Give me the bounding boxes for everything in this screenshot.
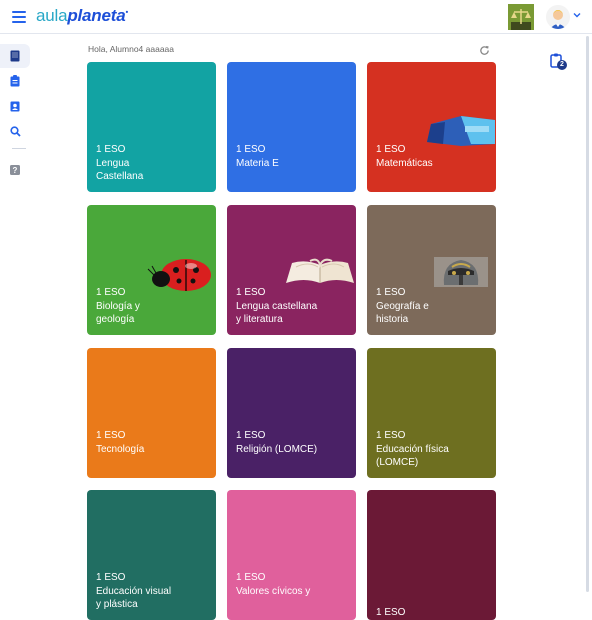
contact-card-icon — [10, 101, 20, 112]
subject-card[interactable]: 1 ESO Lengua castellana y literatura — [227, 205, 356, 335]
card-label: 1 ESO Valores cívicos y — [236, 571, 346, 598]
card-label: 1 ESO Educación física (LOMCE) — [376, 429, 486, 469]
card-level: 1 ESO — [376, 144, 406, 155]
card-subject-line: Educación física — [376, 444, 449, 455]
menu-icon[interactable] — [12, 11, 26, 23]
sidebar-item-search[interactable] — [0, 119, 30, 143]
greeting-text: Hola, Alumno4 aaaaaa — [88, 44, 175, 54]
card-level: 1 ESO — [376, 607, 406, 618]
subject-card[interactable]: 1 ESO Matemáticas — [367, 62, 496, 192]
school-logo-image[interactable] — [508, 4, 534, 30]
card-subject-line: (LOMCE) — [376, 457, 419, 468]
subject-card[interactable]: 1 ESO Geografía e historia — [367, 205, 496, 335]
subject-card[interactable]: 1 ESO Biología y geología — [87, 205, 216, 335]
pending-tasks-button[interactable]: 2 — [550, 53, 568, 71]
aulaplaneta-logo[interactable]: aulaplaneta• — [36, 6, 128, 26]
card-subject-line: y literatura — [236, 314, 283, 325]
subject-card[interactable]: 1 ESO Religión (LOMCE) — [227, 348, 356, 478]
card-level: 1 ESO — [376, 287, 406, 298]
card-subject-line: Lengua — [96, 158, 130, 169]
card-label: 1 ESO Lengua castellana y literatura — [236, 286, 346, 326]
card-label: 1 ESO Materia E — [236, 143, 346, 170]
sidebar-item-contacts[interactable] — [0, 94, 30, 118]
card-subject-line: y plástica — [96, 599, 138, 610]
sidebar-divider — [12, 148, 26, 149]
card-level: 1 ESO — [96, 287, 126, 298]
card-subject-line: Biología y — [96, 301, 140, 312]
scrollbar[interactable] — [586, 36, 589, 592]
card-level: 1 ESO — [96, 430, 126, 441]
subject-card[interactable]: 1 ESO — [367, 490, 496, 620]
card-level: 1 ESO — [96, 144, 126, 155]
card-subject-line: Lengua castellana — [236, 301, 318, 312]
sidebar-item-books[interactable] — [0, 44, 30, 68]
sidebar-item-help[interactable]: ? — [0, 158, 30, 182]
card-level: 1 ESO — [96, 572, 126, 583]
card-subject-line: geología — [96, 314, 135, 325]
card-subject-line: historia — [376, 314, 409, 325]
card-level: 1 ESO — [236, 287, 266, 298]
card-subject-line: Materia E — [236, 158, 279, 169]
card-level: 1 ESO — [236, 572, 266, 583]
logo-light-text: aula — [36, 6, 68, 25]
card-level: 1 ESO — [376, 430, 406, 441]
subject-card[interactable]: 1 ESO Materia E — [227, 62, 356, 192]
card-label: 1 ESO Religión (LOMCE) — [236, 429, 346, 456]
card-label: 1 ESO Educación visual y plástica — [96, 571, 206, 611]
chevron-down-icon[interactable] — [573, 11, 581, 19]
card-label: 1 ESO — [376, 606, 405, 620]
sidebar: ? — [0, 34, 32, 592]
user-avatar[interactable] — [546, 5, 570, 29]
card-subject-line: Religión (LOMCE) — [236, 444, 318, 455]
card-subject-line: Castellana — [96, 171, 144, 182]
top-bar: aulaplaneta• — [0, 0, 592, 34]
card-label: 1 ESO Geografía e historia — [376, 286, 486, 326]
subject-card[interactable]: 1 ESO Valores cívicos y — [227, 490, 356, 620]
card-label: 1 ESO Lengua Castellana — [96, 143, 206, 183]
card-subject-line: Geografía e — [376, 301, 429, 312]
help-icon: ? — [10, 165, 20, 175]
card-level: 1 ESO — [236, 430, 266, 441]
logo-bold-text: planeta — [67, 6, 126, 25]
svg-text:?: ? — [13, 166, 18, 175]
subject-card[interactable]: 1 ESO Lengua Castellana — [87, 62, 216, 192]
card-level: 1 ESO — [236, 144, 266, 155]
search-icon — [9, 125, 21, 137]
card-label: 1 ESO Matemáticas — [376, 143, 486, 170]
card-subject-line: Tecnología — [96, 444, 145, 455]
card-subject-line: Matemáticas — [376, 158, 433, 169]
card-label: 1 ESO Biología y geología — [96, 286, 206, 326]
refresh-icon[interactable] — [479, 45, 490, 56]
subject-card[interactable]: 1 ESO Educación visual y plástica — [87, 490, 216, 620]
clipboard-icon — [10, 75, 20, 87]
sidebar-item-tasks[interactable] — [0, 69, 30, 93]
book-icon — [10, 50, 20, 62]
subject-card[interactable]: 1 ESO Educación física (LOMCE) — [367, 348, 496, 478]
logo-mark: • — [125, 7, 129, 17]
card-label: 1 ESO Tecnología — [96, 429, 206, 456]
tasks-count-badge: 2 — [557, 60, 567, 70]
subject-card[interactable]: 1 ESO Tecnología — [87, 348, 216, 478]
